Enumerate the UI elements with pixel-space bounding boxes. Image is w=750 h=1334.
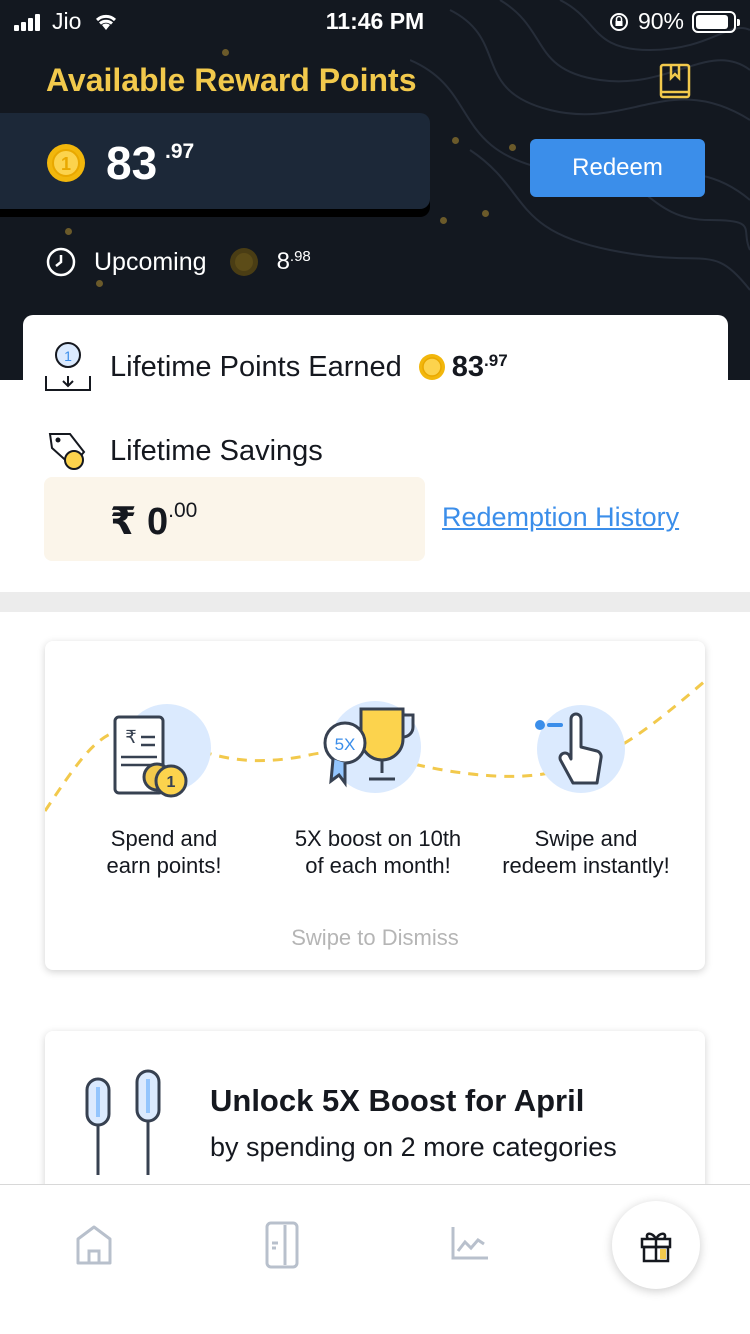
savings-tag-icon [48,433,86,470]
status-bar: Jio 11:46 PM 90% [0,0,750,40]
rotation-lock-icon [609,12,628,31]
earphones-icon [85,1069,161,1175]
book-icon[interactable] [658,62,692,102]
points-balance-box: 1 [0,113,430,209]
swipe-hand-icon [535,705,625,793]
points-decimal: .97 [165,140,195,163]
step-1-text: Spend and earn points! [59,825,269,879]
step-3-line1: Swipe and [534,826,638,851]
receipt-coin-icon: ₹ 1 [113,704,211,798]
coin-icon: 1 [47,144,85,182]
points-earned-icon: 1 [45,342,91,391]
clock-icon [46,247,76,277]
rewards-tab-button[interactable] [612,1201,700,1289]
bottom-tab-bar [0,1184,750,1334]
step-2-line1: 5X boost on 10th [294,826,462,851]
points-integer: 83 [106,137,158,189]
step-1-line2: earn points! [106,853,222,878]
lifetime-savings-row: Lifetime Savings [44,430,323,472]
upcoming-label: Upcoming [94,247,207,276]
chart-icon[interactable] [450,1225,490,1261]
redemption-history-link[interactable]: Redemption History [442,502,679,533]
rewards-title: Available Reward Points [46,62,417,98]
how-it-works-card[interactable]: ₹ 1 Spend and earn points! 5X 5X boost o… [45,641,705,970]
step-1-line1: Spend and [110,826,218,851]
boost-subtitle: by spending on 2 more categories [210,1132,617,1162]
coin-icon [418,354,445,380]
svg-text:₹: ₹ [125,727,136,748]
savings-value-box [44,477,425,561]
battery-percent: 90% [637,8,684,34]
lifetime-points-label: Lifetime Points Earned [110,350,402,383]
step-3-line2: redeem instantly! [502,853,670,878]
upcoming-points: Upcoming 8.98 [46,247,311,277]
home-icon[interactable] [74,1223,114,1265]
step-3-text: Swipe and redeem instantly! [481,825,691,879]
svg-text:1: 1 [64,348,72,364]
lifetime-points-integer: 83 [451,350,485,383]
upcoming-decimal: .98 [289,248,311,265]
card-icon[interactable] [265,1221,299,1269]
section-divider [0,592,750,612]
step-2-line2: of each month! [305,853,451,878]
trophy-5x-icon: 5X [323,701,421,793]
svg-text:1: 1 [167,774,176,791]
svg-text:1: 1 [61,154,71,174]
step-2-text: 5X boost on 10th of each month! [273,825,483,879]
savings-decimal: .00 [168,499,198,522]
swipe-dismiss-hint: Swipe to Dismiss [291,925,459,950]
lifetime-savings-label: Lifetime Savings [110,434,323,467]
redeem-button[interactable]: Redeem [530,139,705,197]
boost-badge-text: 5X [335,735,356,754]
lifetime-points-row: 1 Lifetime Points Earned 83.97 [44,340,508,394]
savings-integer: ₹ 0 [110,501,169,543]
boost-title: Unlock 5X Boost for April [210,1083,585,1118]
battery-icon [692,10,740,33]
lifetime-points-decimal: .97 [484,350,508,370]
coin-icon [229,248,258,276]
gift-icon [640,1232,672,1263]
upcoming-integer: 8 [276,248,290,275]
